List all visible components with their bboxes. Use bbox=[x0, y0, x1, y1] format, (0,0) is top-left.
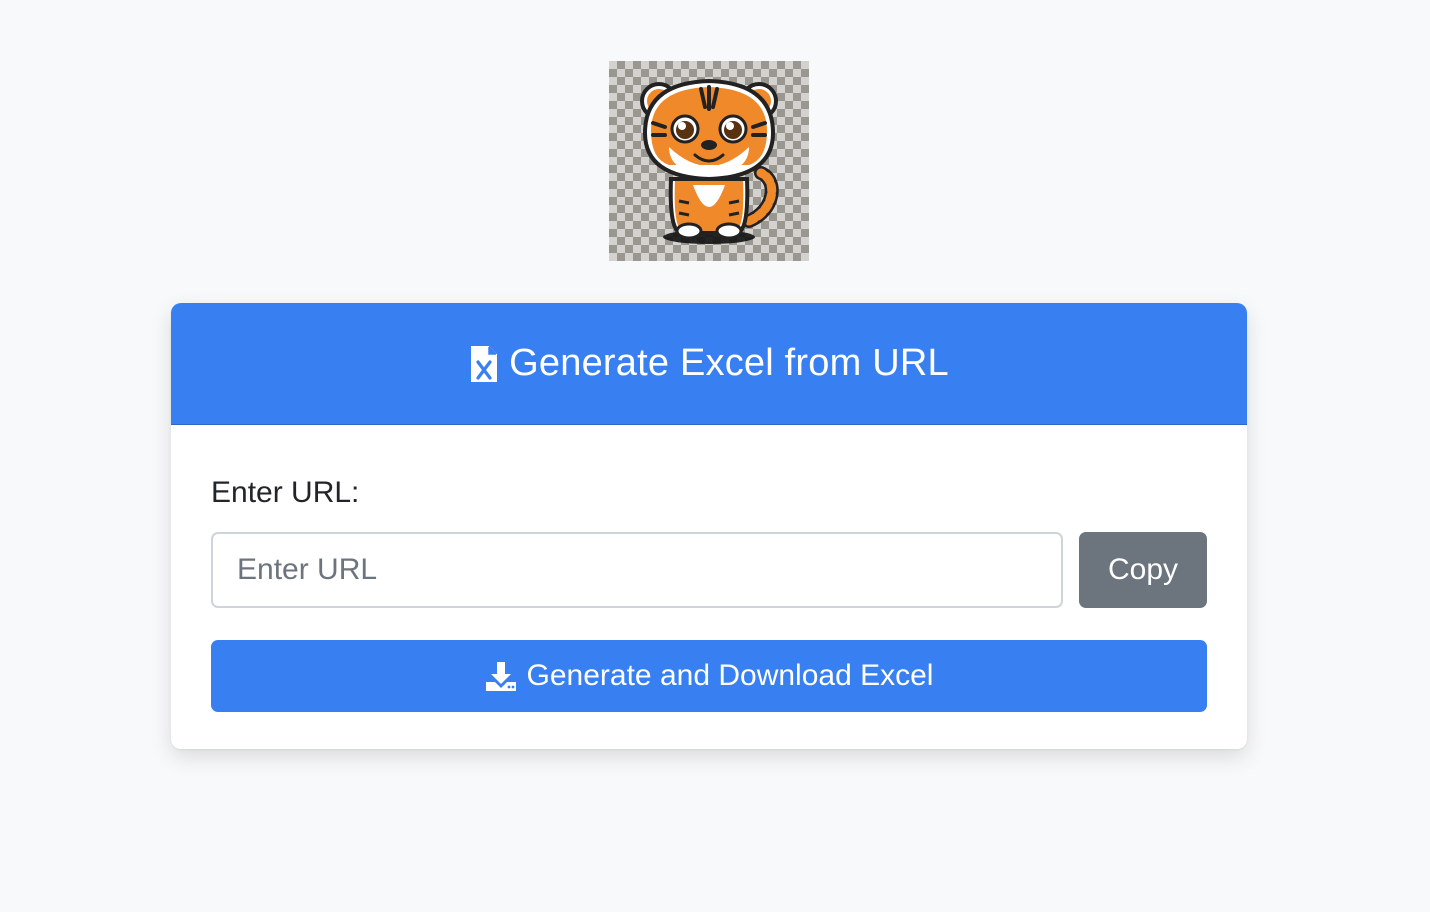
download-icon bbox=[485, 660, 517, 692]
file-excel-icon bbox=[469, 344, 499, 384]
card-title: Generate Excel from URL bbox=[509, 342, 949, 384]
card-body: Enter URL: Copy Generate and Download Ex… bbox=[171, 425, 1247, 749]
url-input-row: Copy bbox=[211, 532, 1207, 608]
url-input[interactable] bbox=[211, 532, 1063, 608]
generate-download-button[interactable]: Generate and Download Excel bbox=[211, 640, 1207, 712]
tiger-mascot-icon bbox=[640, 78, 779, 244]
copy-button[interactable]: Copy bbox=[1079, 532, 1207, 608]
tiger-logo bbox=[609, 61, 809, 261]
generate-excel-card: Generate Excel from URL Enter URL: Copy … bbox=[171, 303, 1247, 749]
card-header: Generate Excel from URL bbox=[171, 303, 1247, 425]
url-label: Enter URL: bbox=[211, 476, 360, 509]
generate-download-label: Generate and Download Excel bbox=[526, 659, 934, 692]
